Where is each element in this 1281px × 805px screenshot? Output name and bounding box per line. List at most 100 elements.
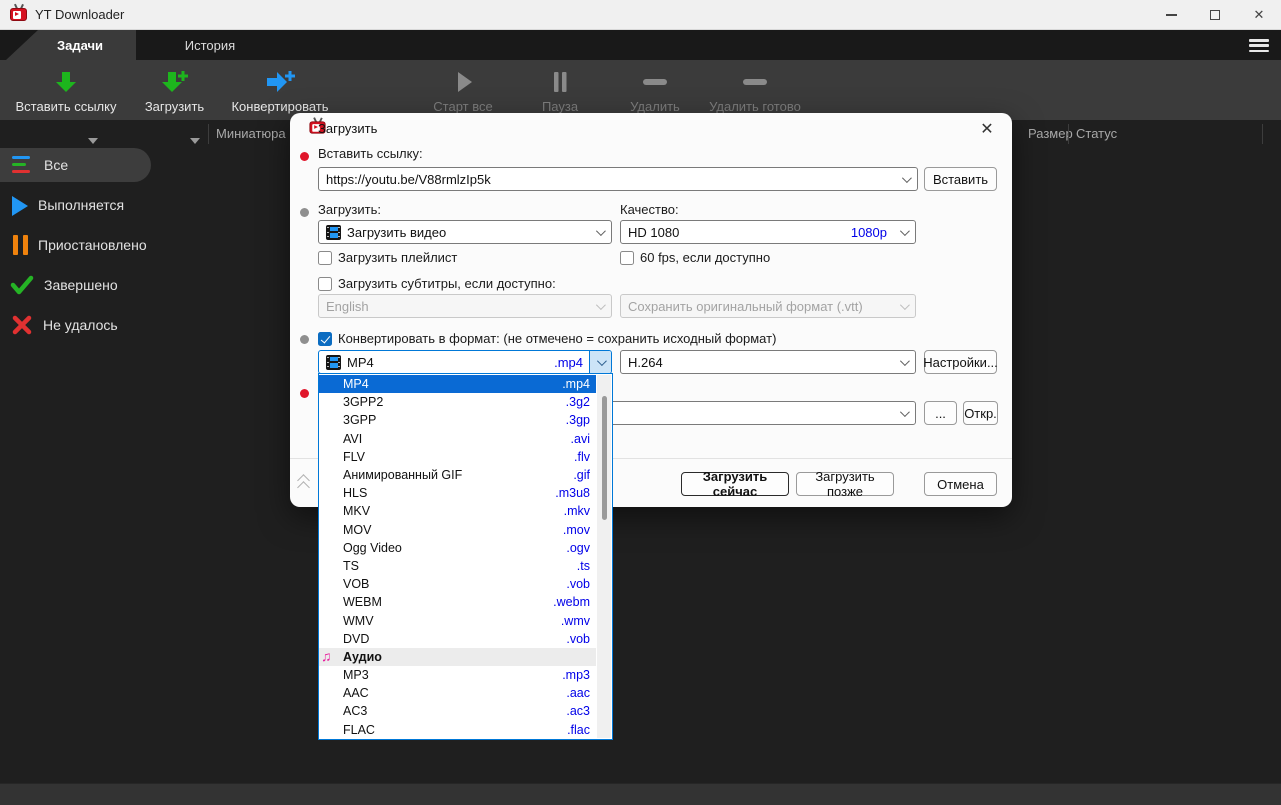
subtitles-checkbox[interactable]: Загрузить субтитры, если доступно: (318, 276, 556, 291)
sidebar-item-all[interactable]: Все (0, 148, 200, 182)
all-list-icon (12, 154, 34, 176)
menu-icon[interactable] (1247, 37, 1271, 54)
format-option[interactable]: 3GPP .3gp (319, 411, 596, 429)
format-option[interactable]: MOV .mov (319, 521, 596, 539)
minus-icon (643, 79, 667, 85)
format-option[interactable]: VOB .vob (319, 575, 596, 593)
convert-checkbox[interactable]: Конвертировать в формат: (не отмечено = … (318, 331, 776, 346)
dropdown-scrollbar[interactable] (597, 375, 611, 738)
checkbox-unchecked[interactable] (318, 276, 332, 291)
tab-tasks[interactable]: Задачи (6, 30, 136, 60)
format-option[interactable]: FLAC .flac (319, 721, 596, 739)
format-option[interactable]: Ogg Video .ogv (319, 539, 596, 557)
format-name: MP3 (343, 668, 369, 683)
quality-combobox[interactable]: HD 1080 1080p (620, 220, 916, 244)
format-group-header: ♫ Аудио (319, 647, 596, 666)
scrollbar-thumb[interactable] (601, 396, 607, 520)
format-option[interactable]: Анимированный GIF .gif (319, 466, 596, 484)
dialog-title: Загрузить (318, 121, 378, 136)
format-option[interactable]: WEBM .webm (319, 593, 596, 611)
format-extension: .webm (553, 595, 590, 610)
paste-button[interactable]: Вставить (924, 167, 997, 191)
chevron-down-icon[interactable] (595, 226, 606, 237)
format-dropdown-list: MP4 .mp4 3GPP2 .3g2 3GPP .3gp AVI .avi FLV .flv Ан… (318, 373, 613, 740)
download-dropdown-icon[interactable] (190, 138, 200, 144)
sidebar-item-running[interactable]: Выполняется (0, 188, 200, 222)
convert-button[interactable]: Конвертировать (215, 64, 345, 116)
browse-button[interactable]: ... (924, 401, 957, 425)
chevron-down-icon[interactable] (899, 407, 910, 418)
format-option[interactable]: TS .ts (319, 557, 596, 575)
format-option[interactable]: MKV .mkv (319, 502, 596, 520)
open-folder-button[interactable]: Откр. (963, 401, 998, 425)
chevron-down-icon[interactable] (901, 173, 912, 184)
section-bullet (300, 208, 309, 217)
checkbox-unchecked[interactable] (318, 250, 332, 265)
close-button[interactable]: ✕ (1237, 0, 1281, 30)
delete-button[interactable]: Удалить (610, 64, 700, 116)
tab-history[interactable]: История (140, 30, 280, 60)
download-now-button[interactable]: Загрузить сейчас (681, 469, 789, 499)
format-combobox[interactable]: MP4 .mp4 (318, 350, 612, 374)
sidebar-item-failed[interactable]: Не удалось (0, 308, 200, 342)
download-later-button[interactable]: Загрузить позже (796, 469, 894, 499)
checkbox-unchecked[interactable] (620, 250, 634, 265)
format-extension: .mkv (563, 504, 590, 519)
fps-checkbox[interactable]: 60 fps, если доступно (620, 250, 770, 265)
format-extension: .3gp (565, 413, 590, 428)
format-extension: .flv (574, 449, 590, 464)
failed-x-icon (12, 315, 32, 335)
cancel-button[interactable]: Отмена (924, 472, 997, 496)
app-logo-icon (10, 3, 27, 22)
format-name: DVD (343, 631, 370, 646)
paste-link-dropdown-icon[interactable] (88, 138, 98, 144)
download-type-combobox[interactable]: Загрузить видео (318, 220, 612, 244)
download-plus-icon (161, 71, 188, 92)
app-window: YT Downloader ✕ Задачи История Вставить … (0, 0, 1281, 805)
minimize-button[interactable] (1149, 0, 1193, 30)
format-extension: .mp3 (562, 668, 590, 683)
format-option[interactable]: FLV .flv (319, 448, 596, 466)
format-name: 3GPP (343, 413, 377, 428)
settings-button[interactable]: Настройки... (923, 350, 998, 374)
format-option[interactable]: AAC .aac (319, 684, 596, 702)
format-option[interactable]: AVI .avi (319, 430, 596, 448)
format-option[interactable]: DVD .vob (319, 630, 596, 648)
format-option[interactable]: 3GPP2 .3g2 (319, 393, 596, 411)
pause-button[interactable]: Пауза (520, 64, 600, 116)
start-all-button[interactable]: Старт все (413, 64, 513, 116)
dialog-close-icon[interactable]: ✕ (976, 119, 998, 141)
collapse-dialog-icon[interactable] (296, 473, 316, 497)
codec-combobox[interactable]: H.264 (620, 350, 916, 374)
delete-done-button[interactable]: Удалить готово (700, 64, 810, 116)
window-titlebar: YT Downloader ✕ (0, 0, 1281, 30)
convert-arrow-icon (267, 71, 295, 92)
format-option[interactable]: AC3 .ac3 (319, 702, 596, 720)
format-extension: .vob (566, 577, 590, 592)
column-thumbnail[interactable]: Миниатюра (216, 126, 286, 141)
sidebar-item-completed[interactable]: Завершено (0, 268, 200, 302)
chevron-down-icon[interactable] (899, 356, 910, 367)
format-extension: .mp4 (562, 377, 590, 392)
download-button[interactable]: Загрузить (122, 64, 227, 116)
completed-check-icon (10, 275, 34, 295)
format-option[interactable]: HLS .m3u8 (319, 484, 596, 502)
sidebar-item-paused[interactable]: Приостановлено (0, 228, 200, 262)
maximize-button[interactable] (1193, 0, 1237, 30)
paste-link-button[interactable]: Вставить ссылку (6, 64, 126, 116)
format-name: AC3 (343, 704, 368, 719)
checkbox-checked[interactable] (318, 331, 332, 346)
minus-icon (743, 79, 767, 85)
format-name: FLV (343, 449, 365, 464)
format-option[interactable]: MP4 .mp4 (319, 375, 596, 394)
column-status[interactable]: Статус (1076, 126, 1117, 141)
format-name: HLS (343, 486, 368, 501)
url-combobox[interactable]: https://youtu.be/V88rmlzIp5k (318, 167, 918, 191)
format-name: FLAC (343, 722, 375, 737)
playlist-checkbox[interactable]: Загрузить плейлист (318, 250, 457, 265)
format-option[interactable]: MP3 .mp3 (319, 666, 596, 684)
chevron-down-icon[interactable] (899, 226, 910, 237)
format-extension: .wmv (560, 613, 590, 628)
column-size[interactable]: Размер (1028, 126, 1073, 141)
format-option[interactable]: WMV .wmv (319, 611, 596, 629)
